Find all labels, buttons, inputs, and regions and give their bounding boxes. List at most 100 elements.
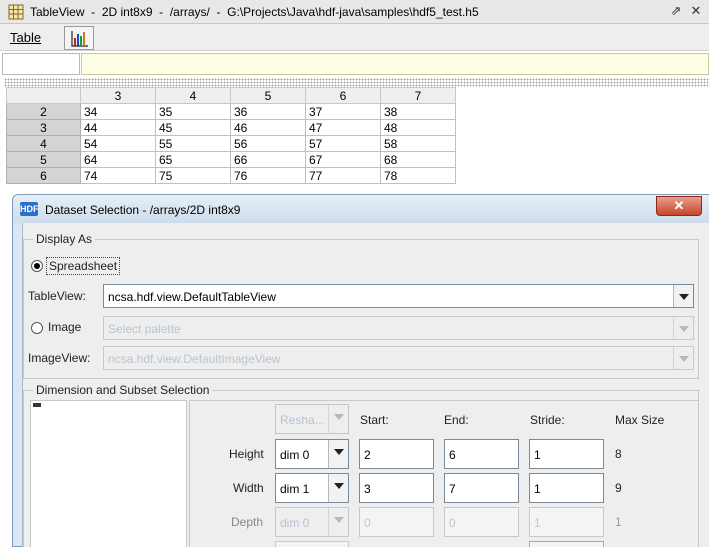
table-cell[interactable]: 57 xyxy=(305,135,381,152)
row-header[interactable]: 2 xyxy=(6,103,81,120)
table-cell[interactable]: 66 xyxy=(230,151,306,168)
stride-header: Stride: xyxy=(530,413,565,427)
table-cell[interactable]: 54 xyxy=(80,135,156,152)
chevron-down-icon xyxy=(328,405,348,433)
imageview-label: ImageView: xyxy=(28,351,91,365)
depth-label: Depth xyxy=(231,515,264,529)
depth-dim-select[interactable]: dim 0 xyxy=(275,507,349,537)
extra-button-partial[interactable] xyxy=(529,541,604,547)
end-header: End: xyxy=(444,413,469,427)
height-dim-select[interactable]: dim 0 xyxy=(275,439,349,469)
chevron-down-icon xyxy=(673,347,693,369)
table-cell[interactable]: 65 xyxy=(155,151,231,168)
dimension-preview xyxy=(30,400,187,547)
spreadsheet: 3 4 5 6 7 2 34 35 36 37 38 3 44 45 46 47… xyxy=(6,87,456,184)
dataset-selection-dialog: HDF Dataset Selection - /arrays/2D int8x… xyxy=(12,194,709,547)
table-cell[interactable]: 38 xyxy=(380,103,456,120)
table-cell[interactable]: 55 xyxy=(155,135,231,152)
dialog-close-button[interactable]: ✕ xyxy=(656,196,702,216)
image-radio[interactable] xyxy=(31,322,43,334)
table-row: 2 34 35 36 37 38 xyxy=(6,103,456,120)
detach-icon[interactable]: ⇗ xyxy=(668,3,684,19)
chevron-down-icon xyxy=(328,440,348,468)
preview-marker xyxy=(33,403,41,407)
depth-max-size: 1 xyxy=(615,515,622,529)
height-max-size: 8 xyxy=(615,447,622,461)
close-icon[interactable]: ✕ xyxy=(688,3,704,19)
chevron-down-icon xyxy=(328,474,348,502)
row-header[interactable]: 3 xyxy=(6,119,81,136)
table-cell[interactable]: 44 xyxy=(80,119,156,136)
table-cell[interactable]: 64 xyxy=(80,151,156,168)
chart-button[interactable] xyxy=(64,26,94,50)
column-header[interactable]: 7 xyxy=(380,87,456,104)
dimension-title: Dimension and Subset Selection xyxy=(33,383,213,397)
column-header[interactable]: 3 xyxy=(80,87,156,104)
column-header[interactable]: 5 xyxy=(230,87,306,104)
tableview-label: TableView: xyxy=(28,289,86,303)
table-row: 6 74 75 76 77 78 xyxy=(6,167,456,184)
reshape-select[interactable]: Resha... xyxy=(275,404,349,434)
table-cell[interactable]: 46 xyxy=(230,119,306,136)
width-max-size: 9 xyxy=(615,481,622,495)
depth-end-input[interactable]: 0 xyxy=(444,507,519,537)
table-cell[interactable]: 48 xyxy=(380,119,456,136)
image-label[interactable]: Image xyxy=(48,320,81,334)
table-row: 5 64 65 66 67 68 xyxy=(6,151,456,168)
table-cell[interactable]: 58 xyxy=(380,135,456,152)
table-cell[interactable]: 74 xyxy=(80,167,156,184)
table-icon xyxy=(8,4,24,20)
frame-title: TableView - 2D int8x9 - /arrays/ - G:\Pr… xyxy=(30,5,479,19)
spreadsheet-label[interactable]: Spreadsheet xyxy=(46,257,121,275)
row-header[interactable]: 4 xyxy=(6,135,81,152)
cell-value-editor[interactable] xyxy=(81,53,709,75)
bar-chart-icon xyxy=(71,31,88,47)
chevron-down-icon xyxy=(673,317,693,339)
table-cell[interactable]: 36 xyxy=(230,103,306,120)
row-header[interactable]: 6 xyxy=(6,167,81,184)
table-cell[interactable]: 68 xyxy=(380,151,456,168)
table-cell[interactable]: 45 xyxy=(155,119,231,136)
table-cell[interactable]: 78 xyxy=(380,167,456,184)
corner-cell xyxy=(6,87,81,104)
table-cell[interactable]: 67 xyxy=(305,151,381,168)
table-cell[interactable]: 56 xyxy=(230,135,306,152)
start-header: Start: xyxy=(360,413,389,427)
width-start-input[interactable]: 3 xyxy=(359,473,434,503)
height-start-input[interactable]: 2 xyxy=(359,439,434,469)
splitter[interactable] xyxy=(4,78,709,87)
dialog-body: Display As Spreadsheet TableView: ncsa.h… xyxy=(22,223,709,547)
extra-select-partial[interactable] xyxy=(275,541,349,547)
frame-title-bar: TableView - 2D int8x9 - /arrays/ - G:\Pr… xyxy=(0,0,709,24)
row-header[interactable]: 5 xyxy=(6,151,81,168)
table-cell[interactable]: 35 xyxy=(155,103,231,120)
chevron-down-icon xyxy=(328,508,348,536)
table-cell[interactable]: 47 xyxy=(305,119,381,136)
table-cell[interactable]: 76 xyxy=(230,167,306,184)
height-end-input[interactable]: 6 xyxy=(444,439,519,469)
chevron-down-icon xyxy=(673,285,693,307)
menu-bar: Table xyxy=(0,24,709,51)
menu-table[interactable]: Table xyxy=(10,30,41,45)
depth-stride-input[interactable]: 1 xyxy=(529,507,604,537)
imageview-select[interactable]: ncsa.hdf.view.DefaultImageView xyxy=(103,346,694,370)
table-cell[interactable]: 34 xyxy=(80,103,156,120)
width-dim-select[interactable]: dim 1 xyxy=(275,473,349,503)
display-as-title: Display As xyxy=(33,232,96,246)
tableview-select[interactable]: ncsa.hdf.view.DefaultTableView xyxy=(103,284,694,308)
column-header[interactable]: 4 xyxy=(155,87,231,104)
width-stride-input[interactable]: 1 xyxy=(529,473,604,503)
width-end-input[interactable]: 7 xyxy=(444,473,519,503)
table-cell[interactable]: 75 xyxy=(155,167,231,184)
dialog-title: Dataset Selection - /arrays/2D int8x9 xyxy=(45,203,241,217)
height-stride-input[interactable]: 1 xyxy=(529,439,604,469)
column-header[interactable]: 6 xyxy=(305,87,381,104)
dialog-title-bar[interactable]: HDF Dataset Selection - /arrays/2D int8x… xyxy=(13,195,709,223)
palette-select[interactable]: Select palette xyxy=(103,316,694,340)
spreadsheet-radio[interactable] xyxy=(31,260,43,272)
table-cell[interactable]: 37 xyxy=(305,103,381,120)
width-label: Width xyxy=(233,481,264,495)
depth-start-input[interactable]: 0 xyxy=(359,507,434,537)
table-cell[interactable]: 77 xyxy=(305,167,381,184)
height-label: Height xyxy=(229,447,264,461)
